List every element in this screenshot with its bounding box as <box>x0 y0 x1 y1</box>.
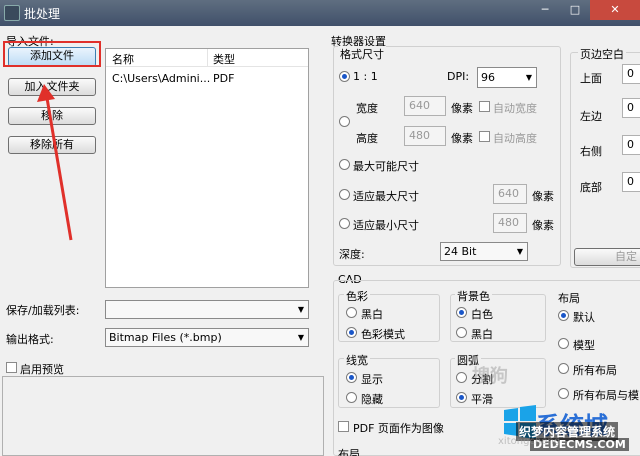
dpi-label: DPI: <box>447 70 470 83</box>
margin-right-input[interactable]: 0 <box>622 135 640 155</box>
hide-label: 隐藏 <box>361 393 383 406</box>
margin-bottom-input[interactable]: 0 <box>622 172 640 192</box>
model-radio[interactable] <box>558 338 569 349</box>
lineweight-title: 线宽 <box>344 352 370 368</box>
fit-min-label: 适应最小尺寸 <box>353 219 419 232</box>
width-input[interactable]: 640 <box>404 96 446 116</box>
background-title: 背景色 <box>455 288 492 304</box>
color-mode-radio[interactable] <box>346 327 357 338</box>
pdf-as-image-checkbox[interactable] <box>338 421 349 432</box>
max-size-radio[interactable] <box>339 159 350 170</box>
height-input[interactable]: 480 <box>404 126 446 146</box>
margin-left-label: 左边 <box>580 110 602 123</box>
watermark-sogou: 搜狗 <box>472 366 508 387</box>
depth-label: 深度: <box>339 248 365 261</box>
white-label: 白色 <box>471 308 493 321</box>
show-label: 显示 <box>361 373 383 386</box>
split-radio[interactable] <box>456 372 467 383</box>
width-label: 宽度 <box>356 102 378 115</box>
auto-height-label: 自动高度 <box>493 132 537 145</box>
watermark-pinyin: xitongcheng <box>498 436 561 447</box>
model-label: 模型 <box>573 339 595 352</box>
black-radio[interactable] <box>456 327 467 338</box>
fit-min-unit: 像素 <box>532 219 554 232</box>
smooth-radio[interactable] <box>456 392 467 403</box>
fit-min-radio[interactable] <box>339 218 350 229</box>
dpi-combo[interactable]: 96 ▼ <box>477 67 537 88</box>
margin-right-label: 右侧 <box>580 145 602 158</box>
dpi-value: 96 <box>481 71 495 84</box>
margin-bottom-label: 底部 <box>580 181 602 194</box>
margin-top-label: 上面 <box>580 72 602 85</box>
fit-max-label: 适应最大尺寸 <box>353 190 419 203</box>
hide-radio[interactable] <box>346 392 357 403</box>
ratio-label: 1 : 1 <box>353 70 378 83</box>
max-size-label: 最大可能尺寸 <box>353 160 419 173</box>
margins-title: 页边空白 <box>578 46 626 62</box>
default-label: 默认 <box>573 311 595 324</box>
depth-value: 24 Bit <box>444 245 477 258</box>
all-layouts-model-radio[interactable] <box>558 388 569 399</box>
ratio-radio[interactable] <box>339 71 350 82</box>
all-layouts-radio[interactable] <box>558 363 569 374</box>
fit-max-input[interactable]: 640 <box>493 184 527 204</box>
auto-width-label: 自动宽度 <box>493 102 537 115</box>
fit-max-unit: 像素 <box>532 190 554 203</box>
color-mode-label: 色彩模式 <box>361 328 405 341</box>
fit-min-input[interactable]: 480 <box>493 213 527 233</box>
color-title: 色彩 <box>344 288 370 304</box>
layout-subtitle: 布局 <box>338 448 360 456</box>
format-size-label: 格式尺寸 <box>338 46 386 62</box>
custom-margins-button[interactable]: 自定 <box>574 248 640 266</box>
pdf-as-image-label: PDF 页面作为图像 <box>353 422 444 435</box>
all-layouts-model-label: 所有布局与模 <box>573 389 639 402</box>
bw-label: 黑白 <box>361 308 383 321</box>
margin-top-input[interactable]: 0 <box>622 64 640 84</box>
chevron-down-icon: ▼ <box>525 73 532 82</box>
custom-size-radio[interactable] <box>339 116 350 127</box>
height-label: 高度 <box>356 132 378 145</box>
width-unit: 像素 <box>451 102 473 115</box>
white-radio[interactable] <box>456 307 467 318</box>
layout-title: 布局 <box>558 292 580 305</box>
height-unit: 像素 <box>451 132 473 145</box>
fit-max-radio[interactable] <box>339 189 350 200</box>
smooth-label: 平滑 <box>471 393 493 406</box>
depth-combo[interactable]: 24 Bit ▼ <box>440 242 528 261</box>
all-layouts-label: 所有布局 <box>573 364 617 377</box>
show-radio[interactable] <box>346 372 357 383</box>
chevron-down-icon: ▼ <box>516 247 523 256</box>
default-radio[interactable] <box>558 310 569 321</box>
black-label: 黑白 <box>471 328 493 341</box>
auto-width-checkbox[interactable] <box>479 101 490 112</box>
bw-radio[interactable] <box>346 307 357 318</box>
auto-height-checkbox[interactable] <box>479 131 490 142</box>
margin-left-input[interactable]: 0 <box>622 98 640 118</box>
